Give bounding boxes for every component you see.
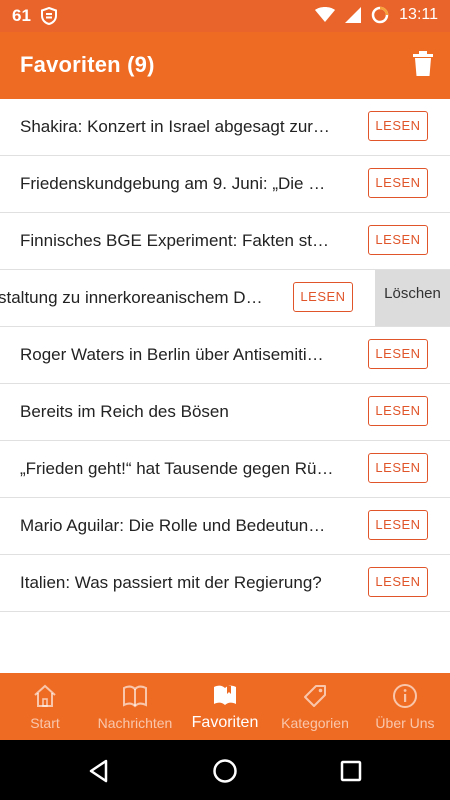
app-bar: Favoriten (9) bbox=[0, 32, 450, 99]
nav-item-nachrichten[interactable]: Nachrichten bbox=[90, 673, 180, 740]
favorites-list: Shakira: Konzert in Israel abgesagt zur…… bbox=[0, 99, 450, 612]
lesen-button[interactable]: LESEN bbox=[368, 396, 428, 426]
favorite-row[interactable]: Finnisches BGE Experiment: Fakten st… LES… bbox=[0, 213, 450, 270]
info-icon bbox=[392, 683, 418, 709]
favorite-title: staltung zu innerkoreanischem D… bbox=[0, 270, 282, 326]
nav-label: Favoriten bbox=[191, 714, 259, 731]
lesen-button[interactable]: LESEN bbox=[368, 567, 428, 597]
favorite-row[interactable]: Roger Waters in Berlin über Antisemiti… L… bbox=[0, 327, 450, 384]
lesen-button[interactable]: LESEN bbox=[368, 168, 428, 198]
home-icon bbox=[32, 683, 58, 709]
favorite-row[interactable]: Mario Aguilar: Die Rolle und Bedeutun… LE… bbox=[0, 498, 450, 555]
page-title: Favoriten (9) bbox=[20, 52, 155, 77]
back-button[interactable] bbox=[86, 758, 112, 784]
bottom-navigation: Start Nachrichten Favoriten Kategorien Über … bbox=[0, 673, 450, 740]
favorite-title: Friedenskundgebung am 9. Juni: „Die … bbox=[20, 156, 358, 212]
favorite-row[interactable]: Italien: Was passiert mit der Regierung?… bbox=[0, 555, 450, 612]
nav-label: Über Uns bbox=[375, 715, 435, 731]
favorite-title-text: Shakira: Konzert in Israel abgesagt zur… bbox=[20, 117, 330, 136]
favorite-title-text: „Frieden geht!“ hat Tausende gegen Rü… bbox=[20, 459, 334, 478]
favorite-title-text: Roger Waters in Berlin über Antisemiti… bbox=[20, 345, 324, 364]
home-circle-icon bbox=[213, 759, 237, 783]
clock: 13:11 bbox=[399, 6, 438, 23]
lesen-button[interactable]: LESEN bbox=[368, 225, 428, 255]
favorite-row[interactable]: Bereits im Reich des Bösen LESEN bbox=[0, 384, 450, 441]
favorite-title: „Frieden geht!“ hat Tausende gegen Rü… bbox=[20, 441, 358, 497]
wifi-icon bbox=[315, 7, 336, 23]
nav-label: Start bbox=[30, 715, 60, 731]
nav-label: Nachrichten bbox=[97, 715, 173, 731]
favorite-title: Italien: Was passiert mit der Regierung? bbox=[20, 555, 358, 611]
trash-icon bbox=[413, 51, 433, 76]
favorite-title-text: Bereits im Reich des Bösen bbox=[20, 402, 229, 421]
status-number: 61 bbox=[12, 6, 31, 25]
tag-icon bbox=[302, 683, 328, 709]
delete-button[interactable]: Löschen bbox=[375, 270, 450, 326]
favorite-title-text: Friedenskundgebung am 9. Juni: „Die … bbox=[20, 174, 326, 193]
favorite-title-text: Finnisches BGE Experiment: Fakten st… bbox=[20, 231, 329, 250]
cell-signal-icon bbox=[345, 7, 362, 23]
favorite-row[interactable]: staltung zu innerkoreanischem D… LESEN Lös… bbox=[0, 270, 450, 327]
status-bar: 61 13:11 bbox=[0, 0, 450, 32]
favorite-title: Finnisches BGE Experiment: Fakten st… bbox=[20, 213, 358, 269]
favorite-title-text: staltung zu innerkoreanischem D… bbox=[0, 288, 263, 307]
nav-item-start[interactable]: Start bbox=[0, 673, 90, 740]
delete-all-button[interactable] bbox=[412, 51, 436, 79]
recents-button[interactable] bbox=[338, 758, 364, 784]
favorite-title: Mario Aguilar: Die Rolle und Bedeutun… bbox=[20, 498, 358, 554]
back-triangle-icon bbox=[89, 759, 108, 783]
favorite-row[interactable]: „Frieden geht!“ hat Tausende gegen Rü… LE… bbox=[0, 441, 450, 498]
favorite-title-text: Italien: Was passiert mit der Regierung? bbox=[20, 573, 322, 592]
system-navigation-bar bbox=[0, 740, 450, 800]
favorite-row[interactable]: Shakira: Konzert in Israel abgesagt zur…… bbox=[0, 99, 450, 156]
lesen-button[interactable]: LESEN bbox=[293, 282, 353, 312]
favorite-title: Bereits im Reich des Bösen bbox=[20, 384, 358, 440]
home-button[interactable] bbox=[212, 758, 238, 784]
lesen-button[interactable]: LESEN bbox=[368, 111, 428, 141]
nav-item--ber-uns[interactable]: Über Uns bbox=[360, 673, 450, 740]
nav-item-favoriten[interactable]: Favoriten bbox=[180, 673, 270, 740]
favorite-title: Shakira: Konzert in Israel abgesagt zur… bbox=[20, 99, 358, 155]
bookmark-book-icon bbox=[212, 683, 238, 709]
shield-notification-icon bbox=[40, 7, 57, 25]
nav-item-kategorien[interactable]: Kategorien bbox=[270, 673, 360, 740]
favorite-title: Roger Waters in Berlin über Antisemiti… bbox=[20, 327, 358, 383]
lesen-button[interactable]: LESEN bbox=[368, 453, 428, 483]
battery-saver-icon bbox=[371, 6, 389, 24]
recents-square-icon bbox=[340, 760, 362, 782]
lesen-button[interactable]: LESEN bbox=[368, 510, 428, 540]
favorite-title-text: Mario Aguilar: Die Rolle und Bedeutun… bbox=[20, 516, 326, 535]
nav-label: Kategorien bbox=[281, 715, 349, 731]
book-icon bbox=[122, 683, 148, 709]
favorite-row[interactable]: Friedenskundgebung am 9. Juni: „Die … LES… bbox=[0, 156, 450, 213]
lesen-button[interactable]: LESEN bbox=[368, 339, 428, 369]
